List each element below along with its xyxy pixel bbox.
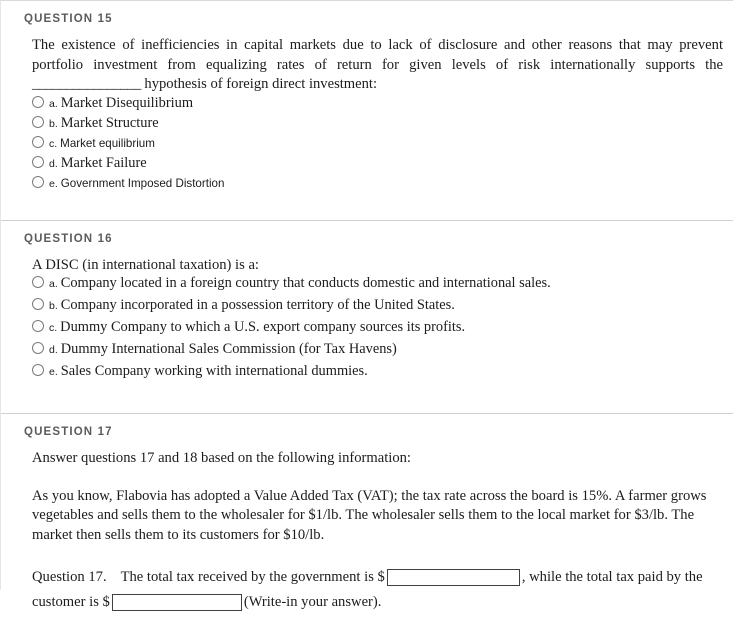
question-15-blank: ________________: [32, 76, 141, 93]
option-letter: b.: [49, 117, 58, 130]
question-block-16: QUESTION 16 A DISC (in international tax…: [1, 219, 733, 414]
radio-button-icon[interactable]: [32, 364, 44, 377]
option-letter: a.: [49, 97, 58, 110]
option-label: Government Imposed Distortion: [60, 176, 225, 190]
question-15-body: The existence of inefficiencies in capit…: [1, 25, 733, 220]
option-row[interactable]: e. Sales Company working with internatio…: [32, 363, 725, 385]
question-17-prompt-a: The total tax received by the government…: [120, 569, 385, 585]
option-row[interactable]: c. Dummy Company to which a U.S. export …: [32, 319, 725, 341]
question-16-options: a. Company located in a foreign country …: [32, 275, 725, 385]
question-17-intro: Answer questions 17 and 18 based on the …: [32, 450, 411, 467]
question-16-body: A DISC (in international taxation) is a:…: [1, 245, 733, 414]
option-letter: a.: [49, 278, 58, 291]
radio-button-icon[interactable]: [32, 155, 44, 168]
radio-button-icon[interactable]: [32, 135, 44, 148]
option-row[interactable]: d. Market Failure: [32, 155, 725, 175]
question-15-options: a. Market Disequilibrium b. Market Struc…: [32, 95, 725, 195]
option-label: Market equilibrium: [60, 136, 155, 150]
option-letter: d.: [49, 344, 58, 357]
question-15-stem-part1: The existence of inefficiencies in capit…: [32, 37, 723, 73]
total-tax-received-input[interactable]: [386, 569, 520, 587]
option-label: Market Disequilibrium: [60, 94, 194, 111]
option-label: Sales Company working with international…: [60, 363, 368, 380]
radio-button-icon[interactable]: [32, 298, 44, 311]
question-16-header: QUESTION 16: [24, 232, 113, 245]
question-16-stem: A DISC (in international taxation) is a:: [32, 256, 259, 273]
question-17-header: QUESTION 17: [24, 426, 113, 439]
option-label: Company located in a foreign country tha…: [60, 275, 551, 292]
option-row[interactable]: a. Company located in a foreign country …: [32, 275, 725, 297]
option-letter: c.: [49, 137, 58, 150]
question-17-answer-line: Question 17. The total tax received by th…: [32, 565, 725, 615]
radio-button-icon[interactable]: [32, 320, 44, 333]
question-17-body: Answer questions 17 and 18 based on the …: [1, 438, 733, 635]
option-letter: b.: [49, 300, 58, 313]
radio-button-icon[interactable]: [32, 95, 44, 108]
question-15-stem: The existence of inefficiencies in capit…: [32, 36, 725, 95]
question-15-header: QUESTION 15: [24, 13, 113, 25]
question-block-15: QUESTION 15 The existence of inefficienc…: [1, 1, 733, 220]
option-label: Market Structure: [60, 114, 159, 131]
option-row[interactable]: b. Company incorporated in a possession …: [32, 297, 725, 319]
option-label: Dummy Company to which a U.S. export com…: [60, 319, 466, 336]
option-row[interactable]: a. Market Disequilibrium: [32, 95, 725, 115]
option-letter: e.: [49, 177, 58, 190]
question-17-scenario: As you know, Flabovia has adopted a Valu…: [32, 487, 707, 543]
option-label: Company incorporated in a possession ter…: [60, 297, 455, 314]
question-17-prompt-c: (Write-in your answer).: [243, 594, 382, 610]
option-letter: d.: [49, 157, 58, 170]
option-label: Market Failure: [60, 154, 147, 171]
question-17-number-label: Question 17.: [32, 569, 107, 585]
option-row[interactable]: e. Government Imposed Distortion: [32, 175, 725, 195]
option-letter: e.: [49, 366, 58, 379]
radio-button-icon[interactable]: [32, 115, 44, 128]
option-letter: c.: [49, 322, 58, 335]
radio-button-icon[interactable]: [32, 276, 44, 289]
option-label: Dummy International Sales Commission (fo…: [60, 341, 397, 358]
option-row[interactable]: c. Market equilibrium: [32, 135, 725, 155]
radio-button-icon[interactable]: [32, 342, 44, 355]
question-15-stem-part2: hypothesis of foreign direct investment:: [140, 76, 378, 93]
option-row[interactable]: b. Market Structure: [32, 115, 725, 135]
question-block-17: QUESTION 17 Answer questions 17 and 18 b…: [1, 413, 733, 635]
exam-page: QUESTION 15 The existence of inefficienc…: [0, 0, 733, 612]
option-row[interactable]: d. Dummy International Sales Commission …: [32, 341, 725, 363]
radio-button-icon[interactable]: [32, 175, 44, 188]
total-tax-paid-input[interactable]: [111, 594, 242, 612]
